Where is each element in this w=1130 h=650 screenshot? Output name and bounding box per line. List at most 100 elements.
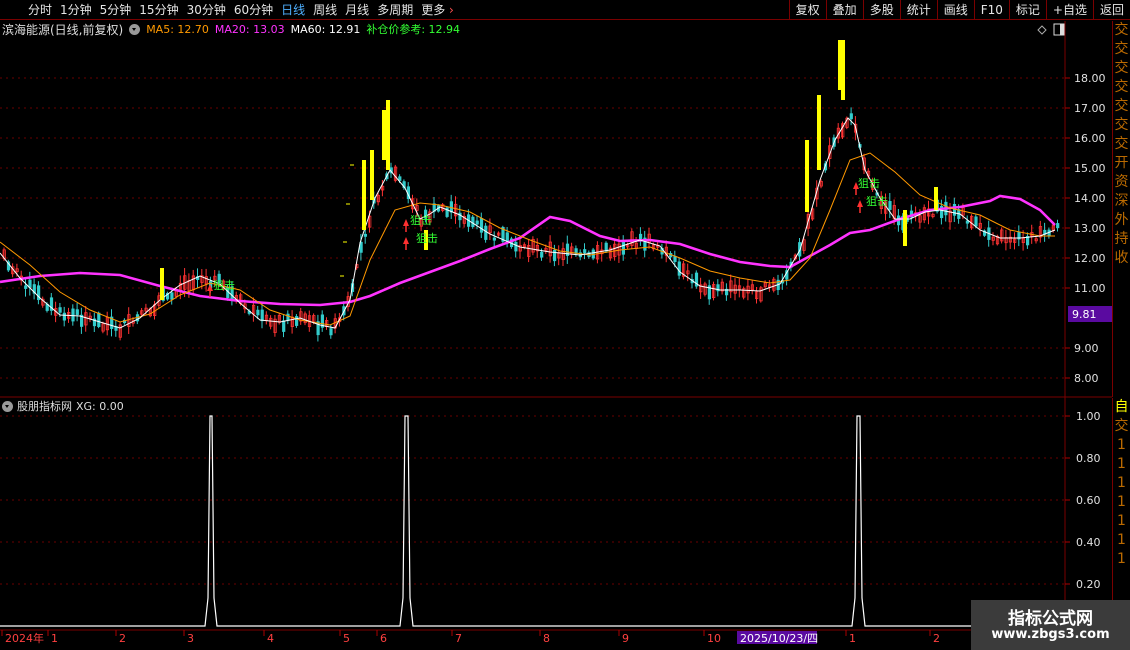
down-candle: [540, 251, 544, 258]
date-tick-label: 3: [187, 632, 194, 645]
down-candle: [449, 201, 454, 213]
side-char: 交: [1114, 136, 1129, 152]
side-char: 交: [1114, 117, 1129, 133]
limit-up-bars: [160, 40, 938, 300]
side-char: 交: [1114, 60, 1129, 76]
side-char: 1: [1117, 513, 1126, 529]
side-char: 交: [1114, 79, 1129, 95]
watermark-logo: 指标公式网 www.zbgs3.com: [971, 600, 1130, 650]
side-char: 自: [1114, 399, 1129, 415]
value-tick-label: 1.00: [1076, 410, 1101, 423]
red-arrow-icon: [857, 200, 863, 207]
side-char: 1: [1117, 437, 1126, 453]
limit-up-bar: [817, 95, 821, 170]
down-candle: [639, 233, 643, 240]
down-candle: [256, 309, 260, 316]
down-candle: [479, 218, 484, 233]
ma60-value: MA60: 12.91: [290, 22, 361, 36]
price-tick-label: 16.00: [1074, 132, 1106, 145]
current-price-badge: 9.81: [1072, 308, 1097, 321]
sub-side-strip[interactable]: 自 交 1 1 1 1 1 1 1: [1112, 398, 1130, 630]
ma5-line: [0, 117, 1056, 329]
down-candle: [62, 312, 67, 321]
red-arrow-icon: [403, 237, 409, 244]
date-tick-label: 5: [343, 632, 350, 645]
signal-label: 狙击: [213, 279, 235, 292]
down-candle: [75, 309, 79, 315]
price-tick-label: 12.00: [1074, 252, 1106, 265]
date-tick-label: 2024年: [5, 631, 44, 645]
down-candle: [604, 242, 608, 252]
side-char: 1: [1117, 494, 1126, 510]
side-char: 1: [1117, 551, 1126, 567]
signal-label: 狙击: [858, 177, 880, 190]
down-candle: [965, 220, 970, 224]
down-candle: [505, 232, 509, 242]
down-candle: [170, 292, 174, 300]
price-tick-label: 13.00: [1074, 222, 1106, 235]
chevron-down-icon[interactable]: [2, 400, 13, 412]
down-candle: [673, 255, 677, 262]
side-info-strip[interactable]: 交 交 交 交 交 交 交 开 资 深 外 持 收: [1112, 21, 1130, 397]
value-tick-label: 0.20: [1076, 578, 1101, 591]
down-candle: [952, 203, 957, 216]
down-candle: [484, 225, 488, 240]
side-char: 开: [1114, 155, 1129, 171]
ma20-line: [0, 152, 1055, 326]
ma5-value: MA5: 12.70: [146, 22, 209, 36]
down-candle: [849, 113, 853, 120]
limit-up-bar: [160, 268, 164, 300]
side-char: 1: [1117, 456, 1126, 472]
side-char: 深: [1114, 193, 1129, 209]
down-candle: [677, 261, 681, 276]
kline-chart[interactable]: 狙击狙击狙击狙击狙击 18.0017.0016.0015.0014.0013.0…: [0, 0, 1130, 650]
date-tick-label: 10: [707, 632, 721, 645]
date-tick-label: 2: [119, 632, 126, 645]
sub-grid: [0, 415, 1065, 585]
side-char: 1: [1117, 475, 1126, 491]
date-tick-label: 7: [455, 632, 462, 645]
limit-up-bar: [362, 160, 366, 230]
value-tick-label: 0.40: [1076, 536, 1101, 549]
limit-up-bar: [805, 140, 809, 212]
side-char: 资: [1114, 174, 1129, 190]
down-candle: [475, 220, 479, 225]
down-candle: [260, 309, 264, 322]
signal-label: 狙击: [866, 195, 888, 208]
date-tick-label: 9: [622, 632, 629, 645]
side-char: 交: [1114, 418, 1129, 434]
down-candle: [553, 249, 557, 262]
down-candle: [294, 316, 299, 326]
down-candle: [974, 216, 978, 227]
down-candle: [621, 241, 626, 255]
limit-up-bar: [841, 40, 845, 100]
limit-up-bar: [934, 187, 938, 210]
price-tick-label: 18.00: [1074, 72, 1106, 85]
panel-toggle-icon[interactable]: [1053, 23, 1065, 36]
xg-value: XG: 0.00: [76, 399, 124, 413]
sub-value-axis: 1.00 0.80 0.60 0.40 0.20: [1065, 410, 1101, 591]
down-candle: [888, 201, 892, 210]
price-axis: 18.00 17.00 16.00 15.00 14.00 13.00 12.00 11.00…: [1065, 72, 1106, 385]
chevron-down-icon[interactable]: [129, 23, 141, 35]
side-char: 交: [1114, 22, 1129, 38]
down-candle: [329, 328, 333, 336]
diamond-icon[interactable]: [1037, 25, 1047, 35]
limit-up-bar: [903, 210, 907, 246]
value-tick-label: 0.80: [1076, 452, 1101, 465]
side-char: 收: [1114, 250, 1129, 266]
red-arrow-icon: [403, 219, 409, 226]
down-candle: [363, 233, 368, 237]
price-tick-label: 17.00: [1074, 102, 1106, 115]
stock-title[interactable]: 滨海能源(日线,前复权): [2, 21, 123, 38]
sub-chart-info: 股朋指标网 XG: 0.00: [2, 398, 124, 414]
down-candle: [71, 308, 75, 322]
signal-label: 狙击: [416, 232, 438, 245]
down-candle: [28, 279, 32, 288]
signal-label: 狙击: [410, 214, 432, 227]
side-char: 交: [1114, 98, 1129, 114]
indicator-title[interactable]: 股朋指标网: [17, 398, 72, 414]
price-tick-label: 15.00: [1074, 162, 1106, 175]
down-candle: [583, 249, 587, 254]
down-candle: [282, 320, 286, 332]
